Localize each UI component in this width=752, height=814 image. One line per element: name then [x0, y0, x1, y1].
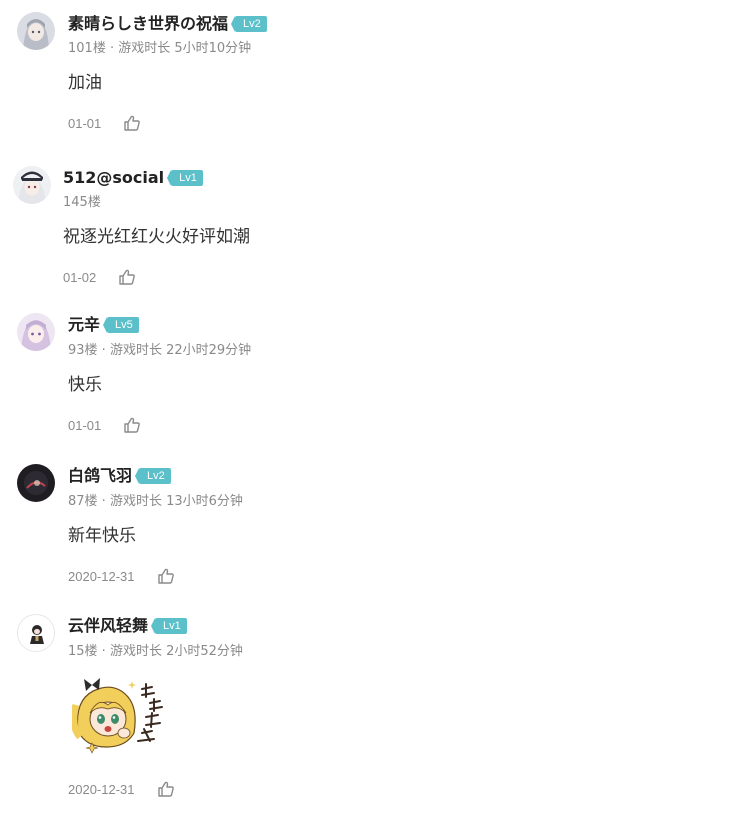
username[interactable]: 白鸽飞羽 — [68, 465, 132, 487]
comment-meta: 101楼 · 游戏时长 5小时10分钟 — [68, 41, 252, 56]
comment-date: 2020-12-31 — [68, 781, 135, 797]
comment-meta: 15楼 · 游戏时长 2小时52分钟 — [68, 644, 243, 659]
comment-date: 01-02 — [63, 269, 97, 285]
name-row: 素晴らしき世界の祝福 Lv2 — [68, 13, 267, 35]
comment-content: 新年快乐 — [68, 526, 136, 546]
name-row: 512@social Lv1 — [63, 167, 203, 189]
level-badge: Lv1 — [167, 170, 203, 186]
name-row: 白鸽飞羽 Lv2 — [68, 465, 171, 487]
thumbs-up-icon[interactable] — [123, 416, 141, 434]
username[interactable]: 512@social — [63, 167, 164, 189]
comment-footer: 01-02 — [63, 267, 136, 287]
thumbs-up-icon[interactable] — [157, 780, 175, 798]
username[interactable]: 元辛 — [68, 314, 100, 336]
user-avatar[interactable] — [17, 12, 55, 50]
level-badge: Lv5 — [103, 317, 139, 333]
name-row: 云伴风轻舞 Lv1 — [68, 615, 187, 637]
comment-meta: 93楼 · 游戏时长 22小时29分钟 — [68, 343, 252, 358]
username[interactable]: 素晴らしき世界の祝福 — [68, 13, 228, 35]
user-avatar[interactable] — [17, 313, 55, 351]
level-badge: Lv1 — [151, 618, 187, 634]
thumbs-up-icon[interactable] — [157, 567, 175, 585]
user-avatar[interactable] — [13, 166, 51, 204]
dark-glow-avatar-icon — [17, 464, 55, 502]
sticker-icon — [72, 678, 163, 754]
user-avatar[interactable] — [17, 464, 55, 502]
comment-date: 01-01 — [68, 115, 102, 131]
comment-footer: 2020-12-31 — [68, 779, 175, 799]
comment-footer: 01-01 — [68, 113, 141, 133]
comment-content: 祝逐光红红火火好评如潮 — [63, 227, 250, 247]
chibi-character-avatar-icon — [18, 615, 54, 651]
white-hair-cap-anime-avatar-icon — [13, 166, 51, 204]
comment-footer: 01-01 — [68, 415, 141, 435]
comment-meta: 145楼 — [63, 195, 101, 210]
comment-content: 快乐 — [68, 375, 102, 395]
level-badge: Lv2 — [135, 468, 171, 484]
blonde-anime-girl-sticker — [72, 675, 168, 755]
level-badge: Lv2 — [231, 16, 267, 32]
silver-hair-anime-avatar-icon — [17, 12, 55, 50]
name-row: 元辛 Lv5 — [68, 314, 139, 336]
comment-content: 加油 — [68, 73, 102, 93]
lavender-hair-anime-avatar-icon — [17, 313, 55, 351]
comment-footer: 2020-12-31 — [68, 566, 175, 586]
comment-date: 2020-12-31 — [68, 568, 135, 584]
thumbs-up-icon[interactable] — [123, 114, 141, 132]
username[interactable]: 云伴风轻舞 — [68, 615, 148, 637]
thumbs-up-icon[interactable] — [118, 268, 136, 286]
comment-date: 01-01 — [68, 417, 102, 433]
comment-meta: 87楼 · 游戏时长 13小时6分钟 — [68, 494, 243, 509]
user-avatar[interactable] — [17, 614, 55, 652]
